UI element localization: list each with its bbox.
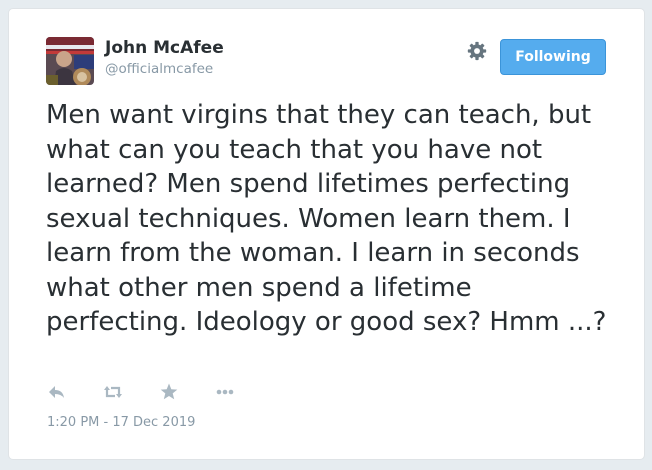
user-handle[interactable]: @officialmcafee bbox=[105, 60, 213, 78]
tweet-actions bbox=[46, 381, 270, 403]
star-icon[interactable] bbox=[158, 381, 180, 403]
gear-icon[interactable] bbox=[466, 40, 488, 62]
following-button[interactable]: Following bbox=[500, 39, 606, 75]
user-name[interactable]: John McAfee bbox=[105, 37, 224, 59]
avatar-image bbox=[46, 37, 94, 85]
avatar[interactable] bbox=[46, 37, 94, 85]
more-icon[interactable] bbox=[214, 381, 236, 403]
tweet-card: John McAfee @officialmcafee Following Me… bbox=[8, 8, 645, 460]
reply-icon[interactable] bbox=[46, 381, 68, 403]
tweet-text: Men want virgins that they can teach, bu… bbox=[46, 100, 607, 337]
tweet-timestamp[interactable]: 1:20 PM - 17 Dec 2019 bbox=[47, 415, 195, 430]
retweet-icon[interactable] bbox=[102, 381, 124, 403]
